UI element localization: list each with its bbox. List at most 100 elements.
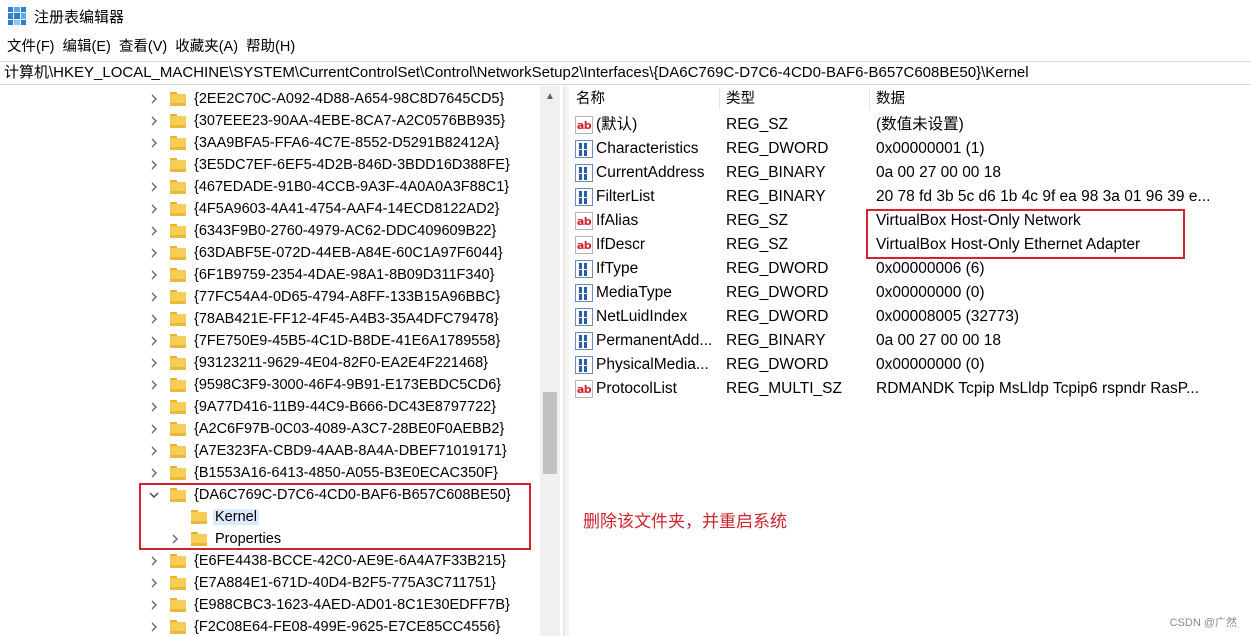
chevron-right-icon[interactable] xyxy=(146,311,162,327)
column-header-data[interactable]: 数据 xyxy=(869,86,1251,112)
chevron-right-icon[interactable] xyxy=(146,267,162,283)
tree-item[interactable]: {E988CBC3-1623-4AED-AD01-8C1E30EDFF7B} xyxy=(146,594,512,616)
column-header-type[interactable]: 类型 xyxy=(719,86,869,112)
tree-item[interactable]: {E7A884E1-671D-40D4-B2F5-775A3C711751} xyxy=(146,572,498,594)
value-row[interactable]: MediaType REG_DWORD 0x00000000 (0) xyxy=(569,281,1251,305)
value-row[interactable]: Characteristics REG_DWORD 0x00000001 (1) xyxy=(569,137,1251,161)
tree-item[interactable]: {307EEE23-90AA-4EBE-8CA7-A2C0576BB935} xyxy=(146,110,507,132)
chevron-right-icon[interactable] xyxy=(146,575,162,591)
tree-item[interactable]: {7FE750E9-45B5-4C1D-B8DE-41E6A1789558} xyxy=(146,330,502,352)
chevron-right-icon[interactable] xyxy=(146,157,162,173)
menu-view[interactable]: 查看(V) xyxy=(118,36,174,58)
value-data: 0x00000001 (1) xyxy=(876,140,985,157)
tree-item[interactable]: {E6FE4438-BCCE-42C0-AE9E-6A4A7F33B215} xyxy=(146,550,508,572)
tree-item[interactable]: {77FC54A4-0D65-4794-A8FF-133B15A96BBC} xyxy=(146,286,502,308)
chevron-right-icon[interactable] xyxy=(146,421,162,437)
chevron-right-icon[interactable] xyxy=(146,553,162,569)
menu-edit[interactable]: 编辑(E) xyxy=(62,36,118,58)
chevron-right-icon[interactable] xyxy=(146,179,162,195)
value-type: REG_DWORD xyxy=(726,284,829,301)
tree-item-label: {7FE750E9-45B5-4C1D-B8DE-41E6A1789558} xyxy=(194,333,501,349)
tree-item-label: {E7A884E1-671D-40D4-B2F5-775A3C711751} xyxy=(194,575,497,591)
tree-item[interactable]: {B1553A16-6413-4850-A055-B3E0ECAC350F} xyxy=(146,462,500,484)
binary-value-icon xyxy=(575,356,593,374)
tree-item[interactable]: {6343F9B0-2760-4979-AC62-DDC409609B22} xyxy=(146,220,498,242)
tree-scrollbar[interactable]: ▲ xyxy=(540,86,560,636)
value-row[interactable]: FilterList REG_BINARY 20 78 fd 3b 5c d6 1b… xyxy=(569,185,1251,209)
value-row[interactable]: NetLuidIndex REG_DWORD 0x00008005 (32773) xyxy=(569,305,1251,329)
tree-item[interactable]: {3AA9BFA5-FFA6-4C7E-8552-D5291B82412A} xyxy=(146,132,502,154)
tree-item[interactable]: {4F5A9603-4A41-4754-AAF4-14ECD8122AD2} xyxy=(146,198,502,220)
registry-editor-icon xyxy=(8,7,26,25)
tree-item[interactable]: {2EE2C70C-A092-4D88-A654-98C8D7645CD5} xyxy=(146,88,506,110)
value-data: (数值未设置) xyxy=(876,116,964,133)
tree-item[interactable]: {63DABF5E-072D-44EB-A84E-60C1A97F6044} xyxy=(146,242,505,264)
tree-item[interactable]: {467EDADE-91B0-4CCB-9A3F-4A0A0A3F88C1} xyxy=(146,176,511,198)
folder-icon xyxy=(170,554,186,568)
tree-item-label: {E988CBC3-1623-4AED-AD01-8C1E30EDFF7B} xyxy=(194,597,510,613)
value-type: REG_SZ xyxy=(726,236,789,253)
value-data: 0x00000000 (0) xyxy=(876,284,985,301)
tree-item[interactable]: {78AB421E-FF12-4F45-A4B3-35A4DFC79478} xyxy=(146,308,501,330)
menu-bar: 文件(F) 编辑(E) 查看(V) 收藏夹(A) 帮助(H) xyxy=(0,36,1251,58)
chevron-right-icon[interactable] xyxy=(146,135,162,151)
chevron-right-icon[interactable] xyxy=(146,399,162,415)
menu-help[interactable]: 帮助(H) xyxy=(245,36,302,58)
chevron-right-icon[interactable] xyxy=(146,289,162,305)
value-row[interactable]: PermanentAdd... REG_BINARY 0a 00 27 00 00 … xyxy=(569,329,1251,353)
chevron-right-icon[interactable] xyxy=(146,333,162,349)
column-header-name[interactable]: 名称 xyxy=(569,86,719,112)
binary-value-icon xyxy=(575,140,593,158)
value-row[interactable]: IfType REG_DWORD 0x00000006 (6) xyxy=(569,257,1251,281)
value-row[interactable]: PhysicalMedia... REG_DWORD 0x00000000 (0) xyxy=(569,353,1251,377)
folder-icon xyxy=(170,444,186,458)
chevron-right-icon[interactable] xyxy=(146,597,162,613)
tree-item[interactable]: {A2C6F97B-0C03-4089-A3C7-28BE0F0AEBB2} xyxy=(146,418,506,440)
tree-item[interactable]: {93123211-9629-4E04-82F0-EA2E4F221468} xyxy=(146,352,490,374)
menu-file[interactable]: 文件(F) xyxy=(6,36,62,58)
value-data: 0x00000006 (6) xyxy=(876,260,985,277)
folder-icon xyxy=(170,620,186,634)
value-name: IfAlias xyxy=(596,212,639,229)
values-list[interactable]: 名称 类型 数据 ab (默认) REG_SZ (数值未设置) Characterist… xyxy=(569,86,1251,636)
chevron-right-icon[interactable] xyxy=(146,355,162,371)
tree-item[interactable]: {A7E323FA-CBD9-4AAB-8A4A-DBEF71019171} xyxy=(146,440,509,462)
tree-item[interactable]: {6F1B9759-2354-4DAE-98A1-8B09D311F340} xyxy=(146,264,496,286)
string-value-icon: ab xyxy=(575,236,593,254)
chevron-right-icon[interactable] xyxy=(146,443,162,459)
address-bar[interactable]: 计算机\HKEY_LOCAL_MACHINE\SYSTEM\CurrentCon… xyxy=(0,61,1251,85)
scroll-up-arrow-icon[interactable]: ▲ xyxy=(540,86,560,106)
tree-item[interactable]: {F2C08E64-FE08-499E-9625-E7CE85CC4556} xyxy=(146,616,502,636)
value-data: 20 78 fd 3b 5c d6 1b 4c 9f ea 98 3a 01 9… xyxy=(876,188,1211,205)
value-data: 0a 00 27 00 00 18 xyxy=(876,332,1001,349)
tree-item[interactable]: {9A77D416-11B9-44C9-B666-DC43E8797722} xyxy=(146,396,498,418)
chevron-right-icon[interactable] xyxy=(146,201,162,217)
value-row[interactable]: ab ProtocolList REG_MULTI_SZ RDMANDK Tcpip … xyxy=(569,377,1251,401)
chevron-right-icon[interactable] xyxy=(146,113,162,129)
value-row[interactable]: CurrentAddress REG_BINARY 0a 00 27 00 00 1… xyxy=(569,161,1251,185)
value-name: PhysicalMedia... xyxy=(596,356,709,373)
value-type: REG_DWORD xyxy=(726,308,829,325)
value-name: NetLuidIndex xyxy=(596,308,688,325)
chevron-right-icon[interactable] xyxy=(146,465,162,481)
value-type: REG_MULTI_SZ xyxy=(726,380,842,397)
tree-item[interactable]: {3E5DC7EF-6EF5-4D2B-846D-3BDD16D388FE} xyxy=(146,154,512,176)
menu-favorites[interactable]: 收藏夹(A) xyxy=(174,36,245,58)
key-tree[interactable]: {2EE2C70C-A092-4D88-A654-98C8D7645CD5} {3… xyxy=(0,86,563,636)
folder-icon xyxy=(170,246,186,260)
tree-item-label: {93123211-9629-4E04-82F0-EA2E4F221468} xyxy=(194,355,488,371)
chevron-right-icon[interactable] xyxy=(146,91,162,107)
chevron-right-icon[interactable] xyxy=(146,377,162,393)
tree-item-label: {3AA9BFA5-FFA6-4C7E-8552-D5291B82412A} xyxy=(194,135,500,151)
chevron-right-icon[interactable] xyxy=(146,223,162,239)
value-type: REG_DWORD xyxy=(726,356,829,373)
folder-icon xyxy=(170,92,186,106)
chevron-right-icon[interactable] xyxy=(146,245,162,261)
value-row[interactable]: ab (默认) REG_SZ (数值未设置) xyxy=(569,113,1251,137)
tree-item[interactable]: {9598C3F9-3000-46F4-9B91-E173EBDC5CD6} xyxy=(146,374,503,396)
tree-item-label: {6343F9B0-2760-4979-AC62-DDC409609B22} xyxy=(194,223,497,239)
scroll-thumb[interactable] xyxy=(543,392,557,474)
tree-item-label: {9598C3F9-3000-46F4-9B91-E173EBDC5CD6} xyxy=(194,377,502,393)
chevron-right-icon[interactable] xyxy=(146,619,162,635)
tree-item-label: {4F5A9603-4A41-4754-AAF4-14ECD8122AD2} xyxy=(194,201,500,217)
